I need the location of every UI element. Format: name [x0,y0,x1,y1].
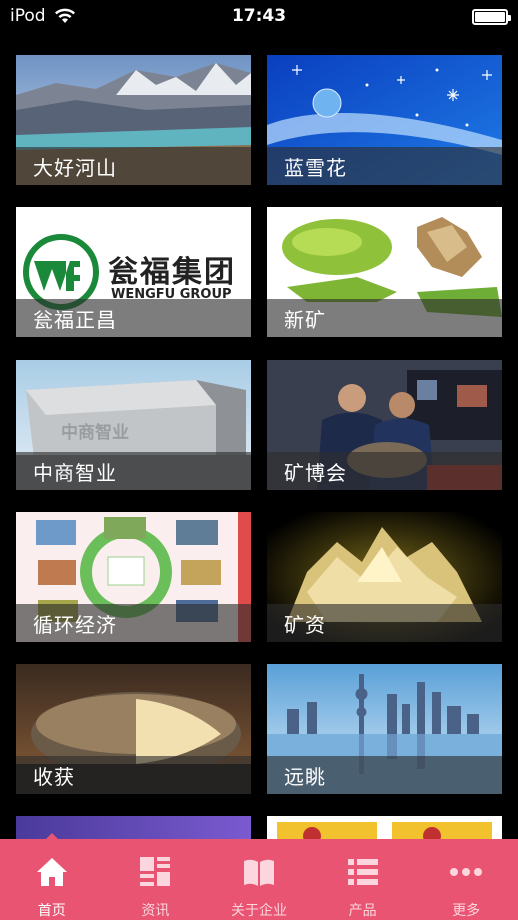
tile-label: 矿资 [284,613,326,637]
tile-lanxuehua[interactable]: 蓝雪花 [267,55,502,185]
tab-home[interactable]: 首页 [0,839,104,920]
book-icon [243,859,274,886]
tile-caption: 矿资 [267,604,502,642]
tile-caption: 收获 [16,756,251,794]
tile-xunhuanjingji[interactable]: 循环经济 [16,512,251,642]
tile-partial-right[interactable] [267,816,502,839]
category-grid: 大好河山 蓝雪花 瓮福集团 WENGFU GROUP 瓮福正昌 新矿 中商智业 … [0,34,518,839]
logo-text: 瓮福集团 [108,255,236,290]
tile-yuantiao[interactable]: 远眺 [267,664,502,794]
tile-wengfu[interactable]: 瓮福集团 WENGFU GROUP 瓮福正昌 [16,207,251,337]
tab-label: 产品 [348,903,377,919]
tile-shouhuo[interactable]: 收获 [16,664,251,794]
list-icon [347,859,378,885]
tile-label: 蓝雪花 [284,156,347,180]
tile-caption: 中商智业 [16,452,251,490]
tile-caption: 矿博会 [267,452,502,490]
tile-caption: 蓝雪花 [267,147,502,185]
tile-label: 矿博会 [284,461,347,485]
home-icon [36,858,67,886]
tab-label: 关于企业 [230,903,287,919]
tile-label: 收获 [33,765,75,789]
status-time: 17:43 [231,6,287,26]
tile-dahaoheshan[interactable]: 大好河山 [16,55,251,185]
tab-label: 更多 [452,903,481,919]
tab-label: 首页 [37,903,66,919]
tile-label: 大好河山 [33,156,117,180]
tab-about[interactable]: 关于企业 [207,839,311,920]
tile-label: 中商智业 [33,461,117,485]
tile-caption: 远眺 [267,756,502,794]
stone-text: 中商智业 [61,423,129,443]
tab-more[interactable]: 更多 [414,839,518,920]
battery-icon [472,9,511,25]
tab-news[interactable]: 资讯 [104,839,208,920]
tab-bar: 首页 资讯 关于企业 产品 更多 [0,839,518,920]
tile-kuangzi[interactable]: 矿资 [267,512,502,642]
more-icon [450,868,483,876]
status-bar: iPod 17:43 [0,0,518,34]
tile-label: 循环经济 [33,613,117,637]
grid-list-icon [140,857,171,886]
tile-xinkuang[interactable]: 新矿 [267,207,502,337]
tile-label: 远眺 [284,765,326,789]
tab-products[interactable]: 产品 [311,839,415,920]
tile-image [267,816,502,839]
tab-label: 资讯 [141,903,170,919]
tile-label: 瓮福正昌 [33,308,117,332]
tile-zhongshang[interactable]: 中商智业 中商智业 [16,360,251,490]
tile-label: 新矿 [284,308,326,332]
tile-caption: 新矿 [267,299,502,337]
tile-caption: 循环经济 [16,604,251,642]
tile-kuangbohui[interactable]: 矿博会 [267,360,502,490]
tile-caption: 大好河山 [16,147,251,185]
tile-caption: 瓮福正昌 [16,299,251,337]
